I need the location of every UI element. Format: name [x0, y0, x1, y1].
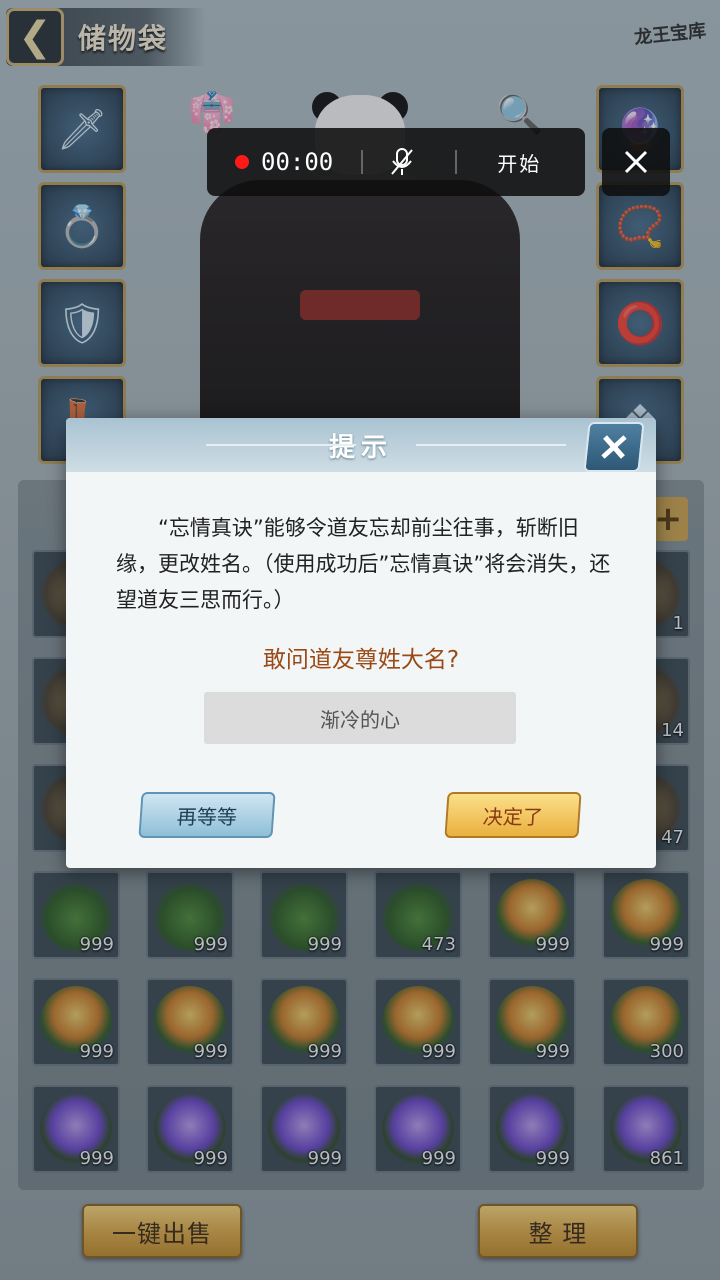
dialog-close-button[interactable]	[583, 422, 645, 472]
screen-recorder-bar: 00:00 开始	[207, 128, 585, 196]
equip-slot-weapon[interactable]: 🗡	[38, 85, 126, 173]
item-count: 300	[649, 1041, 684, 1062]
character-belt	[300, 290, 420, 320]
equip-slot-ring[interactable]: 💍	[38, 182, 126, 270]
bag-item-slot[interactable]: 999	[146, 871, 234, 959]
divider	[455, 150, 458, 174]
bag-item-slot[interactable]: 999	[260, 978, 348, 1066]
bag-item-slot[interactable]: 999	[374, 1085, 462, 1173]
item-count: 999	[421, 1041, 456, 1062]
bag-item-slot[interactable]: 999	[488, 871, 576, 959]
recorder-close-button[interactable]	[602, 128, 670, 196]
header-ornament-right	[416, 444, 566, 446]
divider	[361, 150, 364, 174]
item-count: 999	[535, 1148, 570, 1169]
record-dot-icon	[235, 155, 249, 169]
item-count: 999	[79, 934, 114, 955]
bag-item-slot[interactable]: 861	[602, 1085, 690, 1173]
bracelet-icon: ⭕	[615, 300, 665, 347]
item-count: 47	[661, 827, 684, 848]
confirm-button[interactable]: 决定了	[444, 792, 582, 838]
close-icon	[624, 150, 648, 174]
item-count: 999	[79, 1041, 114, 1062]
item-count: 999	[307, 934, 342, 955]
item-count: 999	[193, 1148, 228, 1169]
equip-slot-armor[interactable]: 🛡	[38, 279, 126, 367]
armor-icon: 🛡	[56, 300, 108, 347]
item-count: 861	[649, 1148, 684, 1169]
item-count: 473	[421, 934, 456, 955]
bag-item-slot[interactable]: 999	[32, 978, 120, 1066]
bag-item-slot[interactable]: 473	[374, 871, 462, 959]
bag-item-slot[interactable]: 999	[32, 1085, 120, 1173]
item-count: 1	[672, 613, 684, 634]
back-arrow-icon[interactable]: ❮	[6, 8, 64, 66]
item-count: 999	[193, 934, 228, 955]
bag-item-slot[interactable]: 999	[260, 871, 348, 959]
bag-item-slot[interactable]: 999	[260, 1085, 348, 1173]
item-count: 999	[79, 1148, 114, 1169]
rename-dialog: 提示 “忘情真诀”能够令道友忘却前尘往事，斩断旧缘，更改姓名。（使用成功后”忘情…	[66, 418, 656, 868]
item-count: 14	[661, 720, 684, 741]
dialog-question: 敢问道友尊姓大名?	[262, 647, 460, 673]
game-logo: 龙王宝库	[633, 20, 708, 49]
item-count: 999	[307, 1148, 342, 1169]
item-count: 999	[193, 1041, 228, 1062]
back-tab[interactable]: ❮ 储物袋	[6, 8, 206, 66]
sell-all-button[interactable]: 一键出售	[82, 1204, 242, 1258]
bag-item-slot[interactable]: 999	[146, 978, 234, 1066]
page-title: 储物袋	[78, 22, 169, 55]
bag-item-slot[interactable]: 999	[374, 978, 462, 1066]
item-count: 999	[421, 1148, 456, 1169]
item-count: 999	[649, 934, 684, 955]
mic-muted-icon[interactable]	[389, 147, 415, 177]
name-input[interactable]	[204, 692, 516, 744]
bag-item-slot[interactable]: 300	[602, 978, 690, 1066]
item-count: 999	[535, 934, 570, 955]
dialog-header: 提示	[66, 418, 656, 472]
bag-item-slot[interactable]: 999	[488, 978, 576, 1066]
bag-item-slot[interactable]: 999	[602, 871, 690, 959]
wait-button[interactable]: 再等等	[138, 792, 276, 838]
dialog-message: “忘情真诀”能够令道友忘却前尘往事，斩断旧缘，更改姓名。（使用成功后”忘情真诀”…	[116, 516, 611, 612]
ring-icon: 💍	[57, 203, 107, 250]
record-timer: 00:00	[261, 148, 334, 176]
item-count: 999	[535, 1041, 570, 1062]
record-start-button[interactable]: 开始	[497, 148, 541, 177]
bag-item-slot[interactable]: 999	[32, 871, 120, 959]
pendant-icon: 📿	[615, 203, 665, 250]
sword-icon: 🗡	[56, 106, 108, 153]
sort-button[interactable]: 整 理	[478, 1204, 638, 1258]
equip-slot-bracelet[interactable]: ⭕	[596, 279, 684, 367]
bag-item-slot[interactable]: 999	[146, 1085, 234, 1173]
item-count: 999	[307, 1041, 342, 1062]
bag-item-slot[interactable]: 999	[488, 1085, 576, 1173]
close-icon	[601, 435, 627, 459]
header-ornament-left	[206, 444, 356, 446]
